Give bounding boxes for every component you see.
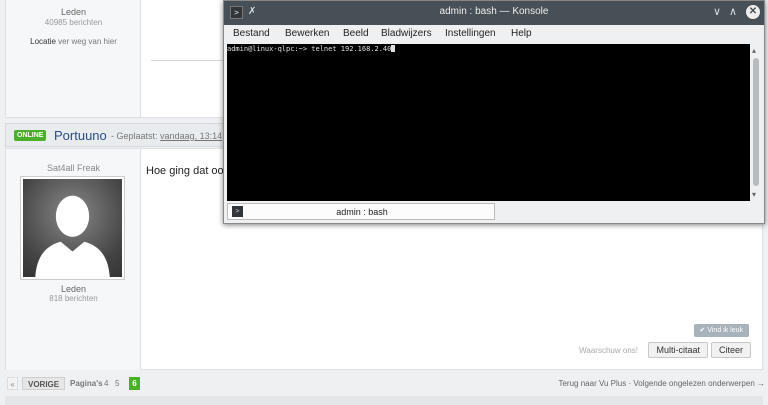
post-timestamp: - Geplaatst: vandaag, 13:14 [111, 131, 222, 141]
quote-button[interactable]: Citeer [710, 342, 751, 358]
menu-bladwijzers[interactable]: Bladwijzers [381, 28, 432, 39]
like-label: Vind ik leuk [707, 327, 743, 334]
page-4-link[interactable]: 4 [104, 377, 108, 390]
chevron-down-icon[interactable]: ∨ [713, 5, 721, 18]
pages-label: Pagina's [70, 379, 103, 388]
previous-post-sidebar: Leden 40985 berichten Locatie ver weg va… [6, 0, 141, 117]
scroll-down-icon[interactable]: ▾ [752, 190, 756, 199]
session-tab-label: admin : bash [336, 207, 388, 217]
session-tab[interactable]: > admin : bash [227, 203, 495, 220]
like-button[interactable]: ✔ Vind ik leuk [693, 324, 749, 337]
post-author-sidebar: Sat4all Freak Leden 818 berichten [6, 149, 141, 370]
window-titlebar[interactable]: > ✗ admin : bash — Konsole ∨ ∧ ✕ [224, 1, 764, 25]
topic-navigation-links[interactable]: Terug naar Vu Plus · Volgende ongelezen … [558, 379, 765, 388]
footer-bar [5, 396, 763, 405]
menu-bar: Bestand Bewerken Beeld Bladwijzers Inste… [224, 25, 764, 43]
page-5-link[interactable]: 5 [115, 377, 119, 390]
menu-help[interactable]: Help [511, 28, 532, 39]
report-link[interactable]: Waarschuw ons! [579, 346, 638, 355]
posted-prefix: - Geplaatst: [111, 131, 158, 141]
previous-post-count: 40985 berichten [44, 18, 103, 27]
online-badge: ONLINE [14, 130, 47, 141]
previous-post-location: Locatie ver weg van hier [6, 37, 141, 46]
author-post-count: 818 berichten [49, 294, 98, 303]
post-author-link[interactable]: Portuuno [54, 128, 107, 143]
check-icon: ✔ [699, 327, 706, 334]
terminal-output[interactable]: admin@linux-qlpc:~> telnet 192.168.2.40 [227, 44, 750, 201]
terminal-line: admin@linux-qlpc:~> telnet 192.168.2.40 [227, 45, 396, 53]
author-rank: Sat4all Freak [46, 163, 101, 173]
scroll-up-icon[interactable]: ▴ [752, 46, 756, 55]
konsole-window: > ✗ admin : bash — Konsole ∨ ∧ ✕ Bestand… [223, 0, 765, 224]
previous-post-role: Leden [60, 7, 87, 17]
location-value: ver weg van hier [58, 37, 117, 46]
menu-beeld[interactable]: Beeld [343, 28, 369, 39]
close-icon[interactable]: ✕ [746, 5, 760, 19]
signature-divider [151, 60, 231, 61]
author-role: Leden [60, 284, 87, 294]
location-label: Locatie [30, 37, 56, 46]
text-cursor [391, 45, 396, 52]
terminal-command: admin@linux-qlpc:~> telnet 192.168.2.40 [227, 45, 392, 53]
avatar[interactable] [21, 177, 124, 279]
posted-time-link[interactable]: vandaag, 13:14 [160, 131, 222, 141]
previous-page-button[interactable]: VORIGE [22, 377, 66, 390]
default-avatar-icon [35, 195, 110, 277]
scrollbar-thumb[interactable] [753, 58, 759, 186]
multiquote-button[interactable]: Multi-citaat [648, 342, 708, 358]
window-title: admin : bash — Konsole [439, 6, 549, 17]
current-page: 6 [129, 377, 140, 390]
menu-bestand[interactable]: Bestand [233, 28, 270, 39]
post-message: Hoe ging dat ook [146, 165, 230, 177]
chevron-up-icon[interactable]: ∧ [729, 5, 737, 18]
first-page-button[interactable]: « [7, 377, 18, 390]
terminal-scrollbar[interactable]: ▴ ▾ [750, 44, 763, 201]
menu-bewerken[interactable]: Bewerken [285, 28, 329, 39]
menu-instellingen[interactable]: Instellingen [445, 28, 496, 39]
